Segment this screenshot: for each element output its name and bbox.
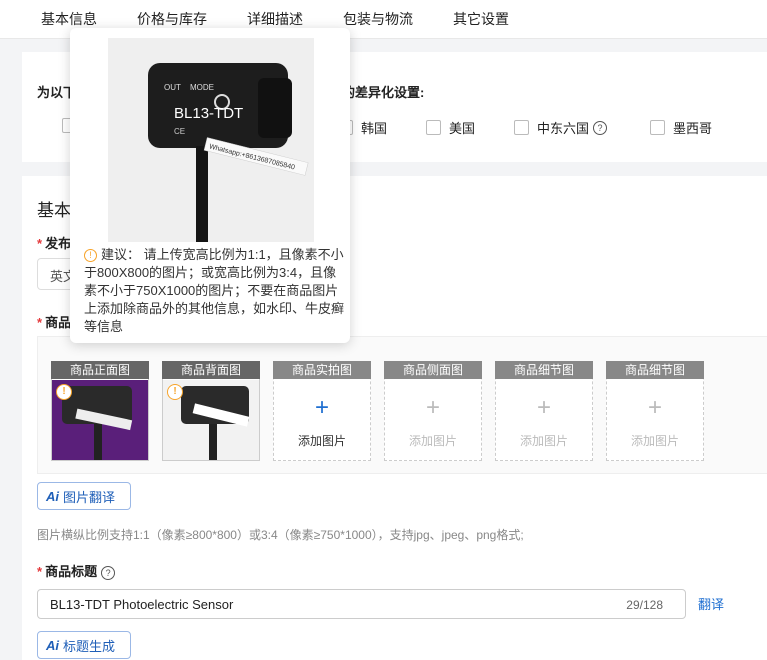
label-ce: CE [174,127,185,136]
image-slot-detail-2[interactable]: 商品细节图 + 添加图片 [606,361,704,461]
title-label: * 商品标题? [37,561,116,580]
images-label: * 商品 [37,315,72,330]
product-preview-image: OUT MODE BL13-TDT CE Whatsapp:+861368708… [108,38,314,242]
question-circle-icon[interactable]: ? [593,120,608,135]
publish-label: * 发布 [37,236,72,251]
image-upload-suggestion: ! 建议： 请上传宽高比例为1:1，且像素不小于800X800的图片；或宽高比例为… [84,246,344,336]
checkbox-label: 韩国 [361,121,388,136]
add-image-label: 添加图片 [630,434,679,448]
tab-other-settings[interactable]: 其它设置 [453,9,509,29]
add-image-label: 添加图片 [408,434,457,448]
image-slot-live[interactable]: 商品实拍图 + 添加图片 [273,361,371,461]
image-upload-panel: 商品正面图 ! 商品背面图 ! 商品实拍图 + 添加图片 商品侧面图 + 添加图… [37,336,767,474]
suggestion-text: 建议： 请上传宽高比例为1:1，且像素不小于800X800的图片；或宽高比例为3… [84,247,345,334]
title-generate-button[interactable]: Ai 标题生成 [37,631,131,659]
product-model-text: BL13-TDT [174,105,243,122]
checkbox-label: 美国 [449,121,476,136]
question-circle-icon[interactable]: ? [101,566,116,580]
ai-icon: Ai [46,488,59,504]
title-char-count: 29/128 [626,598,663,612]
plus-icon: + [647,394,662,421]
plus-icon: + [536,394,551,421]
checkbox-label: 墨西哥 [673,121,713,136]
warning-icon: ! [167,384,183,400]
slot-label: 商品实拍图 [273,361,371,379]
add-image-label: 添加图片 [297,434,346,448]
translate-link[interactable]: 翻译 [698,594,724,613]
button-label: 标题生成 [63,638,116,654]
region-checkbox-gcc[interactable]: 中东六国? [514,118,608,137]
image-slot-back[interactable]: 商品背面图 ! [162,361,260,461]
tab-price-stock[interactable]: 价格与库存 [137,9,207,29]
checkbox-box[interactable] [514,120,529,135]
checkbox-label: 中东六国 [537,121,590,136]
warning-icon: ! [56,384,72,400]
warning-icon: ! [84,249,97,262]
image-translate-button[interactable]: Ai 图片翻译 [37,482,131,510]
image-slot-side[interactable]: 商品侧面图 + 添加图片 [384,361,482,461]
checkbox-box[interactable] [426,120,441,135]
label-out: OUT [164,83,181,92]
image-preview-popover: OUT MODE BL13-TDT CE Whatsapp:+861368708… [70,28,350,343]
label-mode: MODE [190,83,214,92]
image-slot-front[interactable]: 商品正面图 ! [51,361,149,461]
slot-label: 商品侧面图 [384,361,482,379]
slot-label: 商品背面图 [162,361,260,379]
image-slot-detail-1[interactable]: 商品细节图 + 添加图片 [495,361,593,461]
region-title-right: 的差异化设置: [342,85,425,100]
slot-label: 商品细节图 [606,361,704,379]
slot-label: 商品细节图 [495,361,593,379]
button-label: 图片翻译 [63,489,116,505]
tab-description[interactable]: 详细描述 [247,9,303,29]
region-checkbox-usa[interactable]: 美国 [426,118,475,137]
plus-icon: + [314,394,329,421]
slot-label: 商品正面图 [51,361,149,379]
ai-icon: Ai [46,637,59,653]
image-format-hint: 图片横纵比例支持1:1（像素≥800*800）或3:4（像素≥750*1000）… [37,528,524,542]
section-title: 基本 [37,201,71,220]
title-input-value: BL13-TDT Photoelectric Sensor [50,597,234,612]
add-image-label: 添加图片 [519,434,568,448]
tab-packaging[interactable]: 包装与物流 [343,9,413,29]
product-title-input[interactable]: BL13-TDT Photoelectric Sensor 29/128 [37,589,686,619]
checkbox-box[interactable] [650,120,665,135]
region-checkbox-mexico[interactable]: 墨西哥 [650,118,712,137]
tab-basic-info[interactable]: 基本信息 [41,9,97,29]
plus-icon: + [425,394,440,421]
